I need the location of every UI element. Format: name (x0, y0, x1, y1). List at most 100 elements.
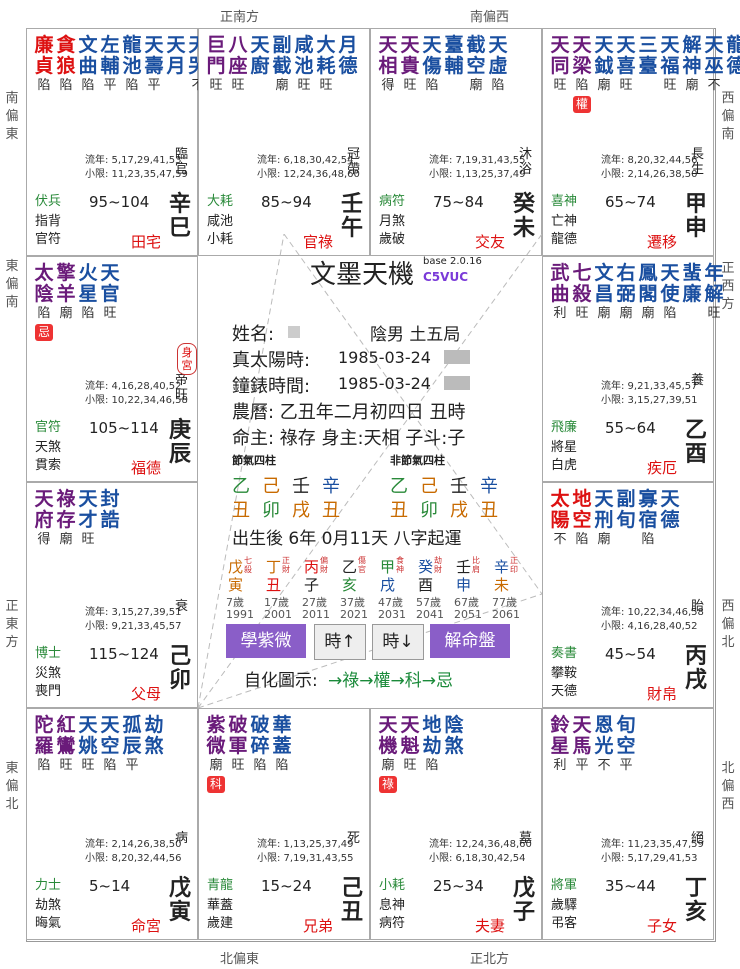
star-char: 貞 (34, 55, 54, 77)
dir-bottom-left: 北偏東 (220, 952, 260, 967)
star-brightness: 陷 (491, 78, 505, 93)
star-list: 紫微廟科 破軍旺 破碎陷 華蓋陷 (205, 715, 293, 793)
god-1: 小耗 (379, 878, 406, 893)
star-char: 副 (616, 488, 636, 510)
flow-year: 流年: 7,19,31,43,55 (429, 155, 526, 166)
star-char: 廚 (250, 55, 270, 77)
star-char: 微 (206, 735, 226, 757)
hua-badge: 權 (573, 96, 591, 113)
pillar-branch: 丑 (480, 500, 498, 521)
star-brightness: 廟 (381, 758, 395, 773)
palace-chou[interactable]: 紫微廟科破軍旺破碎陷華蓋陷流年: 1,13,25,37,49 小限: 7,19,3… (198, 708, 370, 940)
star-char: 劫 (422, 735, 442, 757)
stem-branch: 己卯 (169, 644, 192, 693)
star-char: 羅 (34, 735, 54, 757)
star-char: 空 (100, 735, 120, 757)
star-char: 輔 (100, 55, 120, 77)
pillar-stem: 己 (420, 476, 438, 497)
star-char: 武 (550, 262, 570, 284)
star-brightness: 不 (553, 532, 567, 547)
gender-ju: 陰男 土五局 (370, 325, 461, 345)
palace-you[interactable]: 武曲利 七殺旺 文昌廟 右弼廟 鳳閣廟 天使陷 蜚廉年解旺流年: 9,21,33,45,57… (542, 256, 724, 482)
star-brightness: 利 (553, 306, 567, 321)
star-char: 天 (660, 34, 680, 56)
pillar-stem: 辛 (322, 476, 340, 497)
star-char: 鉞 (594, 55, 614, 77)
star-char: 曲 (550, 283, 570, 305)
star-list: 太陽不 地空陷 天刑廟 副旬寡宿陷 天德 (549, 489, 681, 548)
palace-name: 遷移 (646, 233, 677, 251)
star-char: 使 (660, 283, 680, 305)
god-3: 晦氣 (35, 916, 62, 931)
star-char: 宿 (638, 509, 658, 531)
star-char: 天 (572, 714, 592, 736)
god-2: 災煞 (35, 666, 62, 681)
star-brightness: 旺 (619, 78, 633, 93)
dir-bottom-right: 正北方 (470, 952, 510, 967)
stem-branch: 戊寅 (169, 876, 192, 925)
stem-branch: 戊子 (513, 876, 536, 925)
hour-down-button[interactable]: 時↓ (372, 624, 424, 660)
star-char: 華 (272, 714, 292, 736)
palace-chen[interactable]: 太陰陷忌 擎羊廟 火星陷 天官旺流年: 4,16,28,40,52 小限: 10,22,… (26, 256, 198, 482)
star-char: 天 (594, 488, 614, 510)
star-brightness: 平 (125, 758, 139, 773)
palace-si[interactable]: 廉貞陷貪狼陷文曲陷左輔平龍池陷天壽平天月天哭不流年: 5,17,29,41,53… (26, 28, 208, 256)
flow-year: 流年: 12,24,36,48,60 (429, 839, 532, 850)
flow-year: 流年: 3,15,27,39,51 (85, 607, 182, 618)
god-2: 指背 (35, 214, 62, 229)
clock-label: 鐘錶時間: (232, 376, 311, 397)
palace-shen[interactable]: 天同旺天梁陷權天鉞廟天喜旺三臺天福旺解神廟天巫不龍德流年: 8,20,32,44… (542, 28, 740, 256)
star-brightness: 陷 (575, 532, 589, 547)
age-range: 25~34 (433, 877, 484, 895)
palace-zi[interactable]: 天機廟祿 天魁旺 地劫陷 陰煞流年: 12,24,36,48,60 小限: 6,18,3… (370, 708, 542, 940)
star-char: 寡 (638, 488, 658, 510)
star-char: 臺 (638, 55, 658, 77)
age-range: 55~64 (605, 419, 656, 437)
star-char: 池 (294, 55, 314, 77)
star-brightness: 陷 (37, 78, 51, 93)
star-char: 傷 (422, 55, 442, 77)
life-stage: 帝旺 (175, 373, 189, 403)
star-list: 巨門旺 八座旺 天廚副截廟 咸池旺 大耗旺 月德 (205, 35, 359, 94)
god-2: 天煞 (35, 440, 62, 455)
palace-wei[interactable]: 天相得 天貴旺 天傷陷 臺輔截空廟 天虛陷流年: 7,19,31,43,55 小限: 1,… (370, 28, 542, 256)
star-char: 池 (122, 55, 142, 77)
star-char: 星 (550, 735, 570, 757)
star-char: 天 (166, 34, 186, 56)
palace-xu[interactable]: 太陽不地空陷天刑廟副旬寡宿陷天德流年: 10,22,34,46,58 小限: 4,… (542, 482, 714, 708)
palace-yin[interactable]: 陀羅陷紅鸞旺天姚旺天空陷孤辰平劫煞流年: 2,14,26,38,50 小限: 8,… (26, 708, 198, 940)
palace-wu[interactable]: 巨門旺八座旺天廚副截廟咸池旺大耗旺月德流年: 6,18,30,42,54 小限: … (198, 28, 370, 256)
god-3: 貫索 (35, 458, 62, 473)
star-char: 紫 (206, 714, 226, 736)
hour-up-button[interactable]: 時↑ (314, 624, 366, 660)
palace-name: 兄弟 (302, 917, 333, 935)
stem-branch: 丙戌 (685, 644, 708, 693)
star-list: 太陰陷忌 擎羊廟 火星陷 天官旺 (33, 263, 121, 341)
star-char: 火 (78, 262, 98, 284)
star-brightness: 旺 (81, 532, 95, 547)
star-list: 天同旺天梁陷權天鉞廟天喜旺三臺天福旺解神廟天巫不龍德 (549, 35, 740, 113)
pillar-branch: 戌 (292, 500, 310, 521)
age-range: 65~74 (605, 193, 656, 211)
star-brightness: 旺 (707, 306, 721, 321)
star-char: 德 (660, 509, 680, 531)
dir-top-left: 正南方 (220, 10, 260, 25)
star-char: 魁 (400, 735, 420, 757)
interpret-chart-button[interactable]: 解命盤 (430, 624, 510, 658)
star-char: 七 (572, 262, 592, 284)
life-stage: 病 (175, 831, 189, 846)
star-char: 恩 (594, 714, 614, 736)
age-range: 115~124 (89, 645, 159, 663)
palace-name: 父母 (130, 685, 161, 703)
flow-year: 流年: 6,18,30,42,54 (257, 155, 354, 166)
star-char: 神 (682, 55, 702, 77)
star-char: 姚 (78, 735, 98, 757)
star-char: 破 (250, 714, 270, 736)
palace-mao[interactable]: 天府得 祿存廟 天才旺 封誥流年: 3,15,27,39,51 小限: 9,21,33,… (26, 482, 198, 708)
palace-hai[interactable]: 鈴星利 天馬平 恩光不 旬空平流年: 11,23,35,47,59 小限: 5,17,2… (542, 708, 714, 940)
star-list: 天相得 天貴旺 天傷陷 臺輔截空廟 天虛陷 (377, 35, 509, 94)
learn-ziwei-button[interactable]: 學紫微 (226, 624, 306, 658)
god-1: 力士 (35, 878, 62, 893)
star-char: 鸞 (56, 735, 76, 757)
